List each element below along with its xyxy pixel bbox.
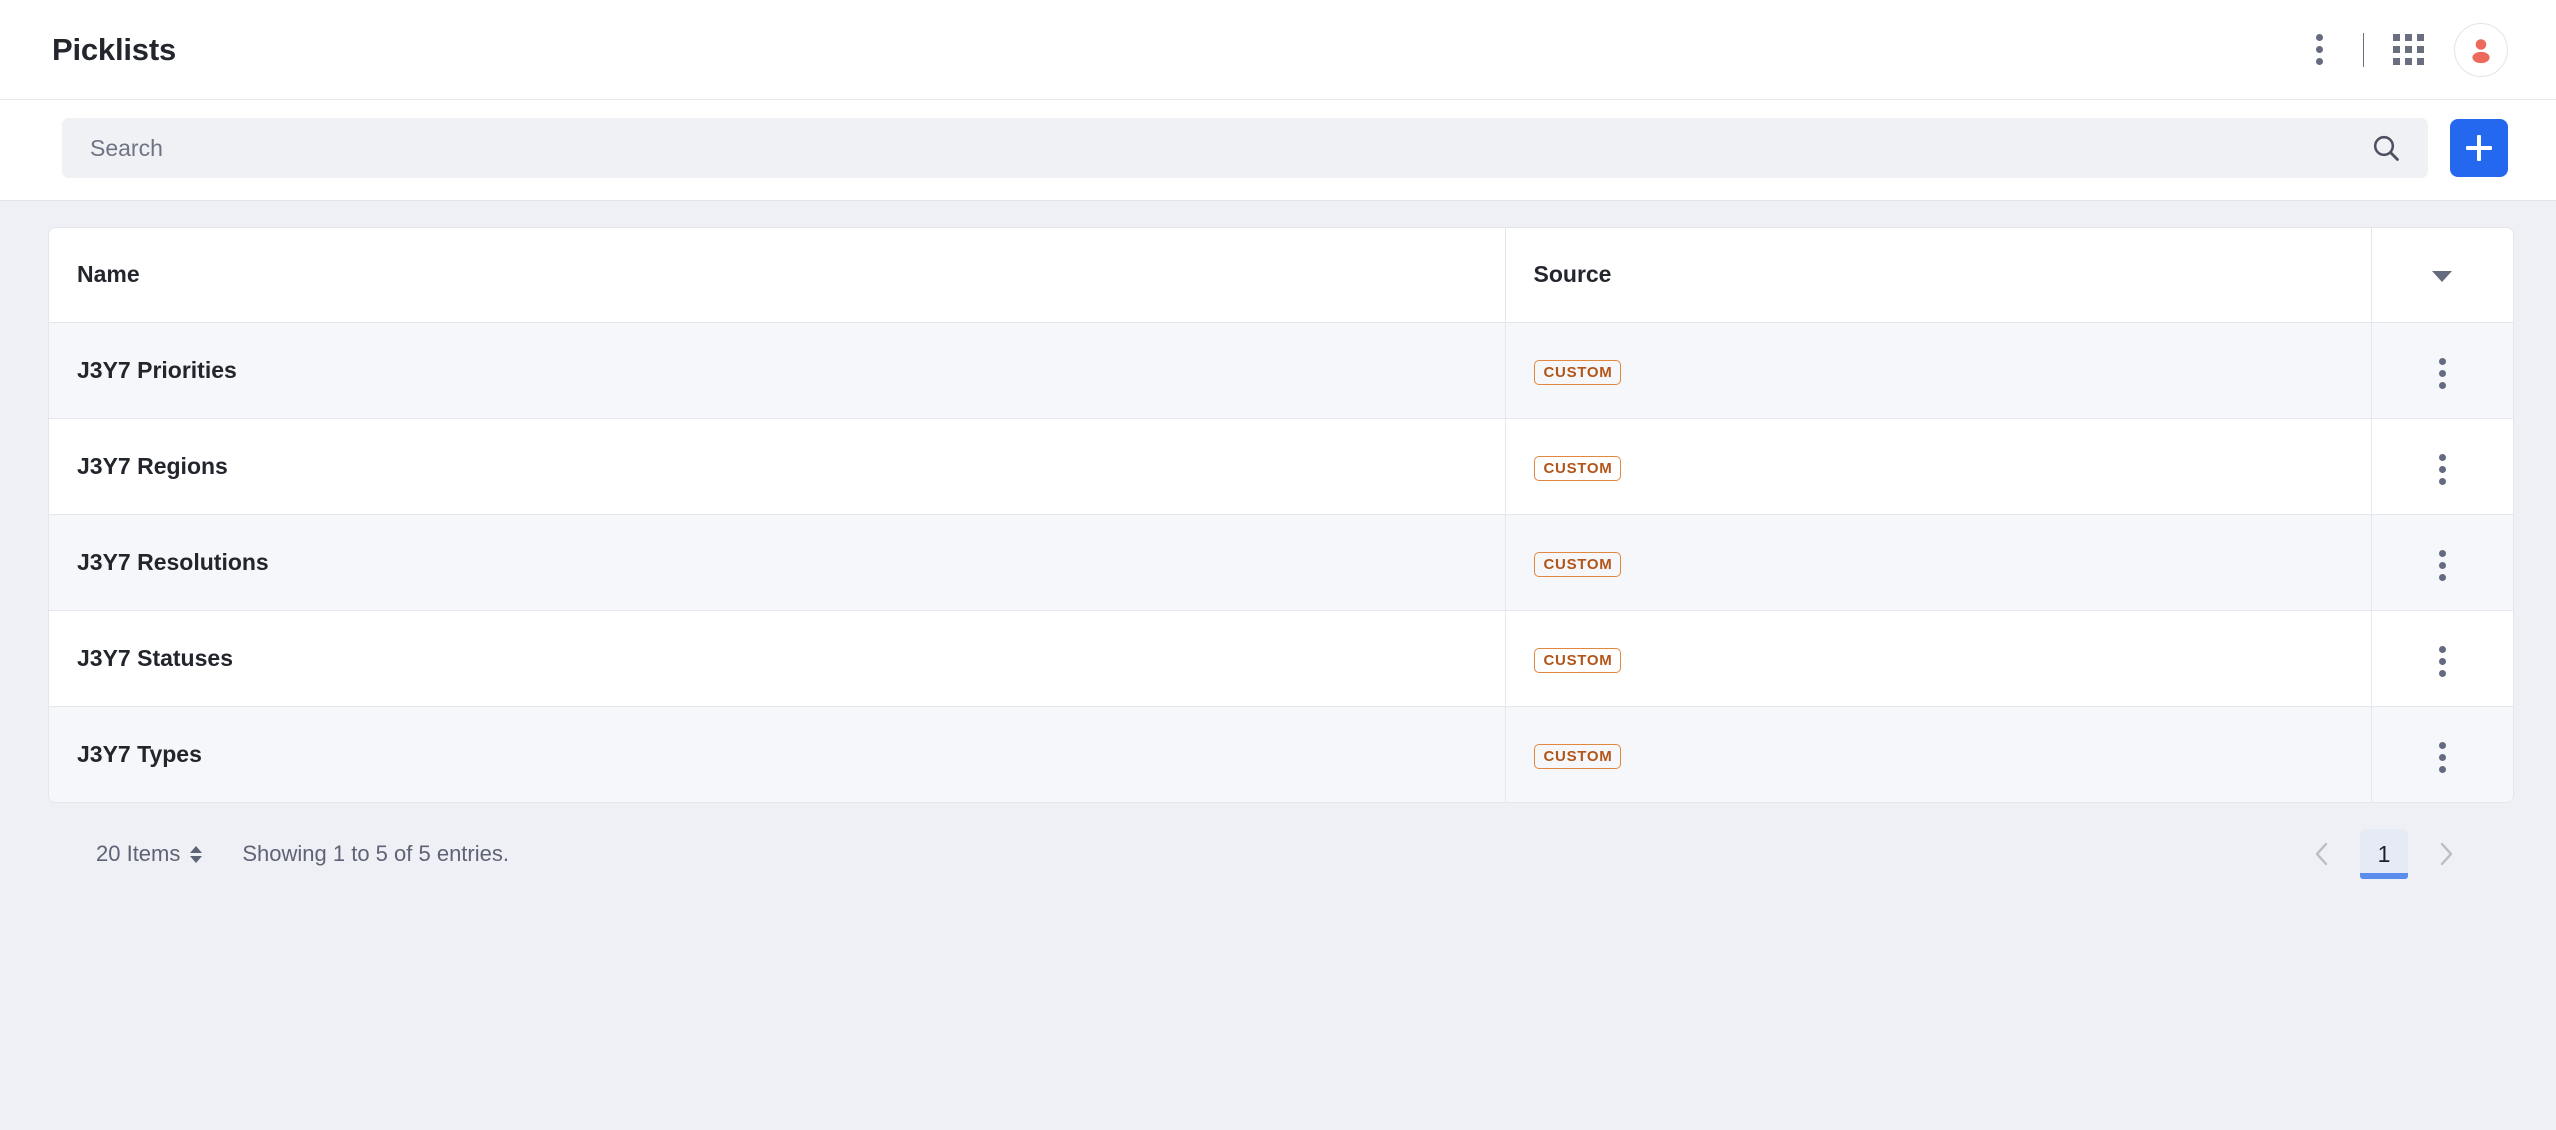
apps-grid-button[interactable] bbox=[2380, 22, 2436, 78]
cell-actions bbox=[2370, 322, 2513, 419]
search-field[interactable] bbox=[62, 118, 2428, 178]
cell-name: J3Y7 Regions bbox=[49, 418, 1505, 515]
row-menu-icon[interactable] bbox=[2423, 542, 2462, 589]
items-per-page-selector[interactable]: 20 Items bbox=[96, 841, 203, 867]
column-header-actions bbox=[2370, 228, 2513, 323]
table-body: J3Y7 Priorities CUSTOM J3Y7 Regions CUST… bbox=[49, 322, 2513, 802]
avatar[interactable] bbox=[2454, 22, 2508, 77]
row-menu-icon[interactable] bbox=[2423, 446, 2462, 493]
cell-name: J3Y7 Statuses bbox=[49, 610, 1505, 707]
cell-actions bbox=[2370, 706, 2513, 802]
header-divider bbox=[2363, 32, 2364, 67]
table-row[interactable]: J3Y7 Priorities CUSTOM bbox=[49, 322, 2513, 419]
kebab-menu-icon bbox=[2315, 34, 2323, 65]
cell-name: J3Y7 Types bbox=[49, 706, 1505, 802]
cell-actions bbox=[2370, 610, 2513, 707]
row-menu-icon[interactable] bbox=[2423, 350, 2462, 397]
pagination: 1 bbox=[2302, 829, 2466, 879]
main-content: Name Source J3Y7 Priorities CUSTOM J3Y7 … bbox=[0, 201, 2556, 879]
cell-source: CUSTOM bbox=[1504, 610, 2371, 707]
row-menu-icon[interactable] bbox=[2423, 638, 2462, 685]
status-badge: CUSTOM bbox=[1533, 743, 1622, 769]
chevron-left-icon bbox=[2315, 842, 2328, 866]
table-row[interactable]: J3Y7 Regions CUSTOM bbox=[49, 418, 2513, 515]
table-row[interactable]: J3Y7 Statuses CUSTOM bbox=[49, 610, 2513, 707]
cell-name: J3Y7 Resolutions bbox=[49, 514, 1505, 611]
plus-icon bbox=[2466, 135, 2492, 161]
chevron-down-icon[interactable] bbox=[2432, 271, 2453, 283]
sort-arrows-icon bbox=[190, 845, 203, 863]
page-number-1[interactable]: 1 bbox=[2360, 829, 2408, 879]
cell-source: CUSTOM bbox=[1504, 418, 2371, 515]
user-icon bbox=[2472, 38, 2490, 63]
status-badge: CUSTOM bbox=[1533, 551, 1622, 577]
footer-left: 20 Items Showing 1 to 5 of 5 entries. bbox=[96, 841, 509, 867]
cell-name: J3Y7 Priorities bbox=[49, 322, 1505, 419]
picklists-table: Name Source J3Y7 Priorities CUSTOM J3Y7 … bbox=[49, 228, 2513, 802]
add-picklist-button[interactable] bbox=[2450, 119, 2508, 177]
search-toolbar bbox=[0, 100, 2556, 201]
showing-entries-text: Showing 1 to 5 of 5 entries. bbox=[242, 841, 509, 866]
status-badge: CUSTOM bbox=[1533, 455, 1622, 481]
items-per-page-label: 20 Items bbox=[96, 841, 181, 866]
chevron-right-icon bbox=[2440, 842, 2453, 866]
cell-actions bbox=[2370, 514, 2513, 611]
table-row[interactable]: J3Y7 Types CUSTOM bbox=[49, 706, 2513, 802]
column-header-name[interactable]: Name bbox=[49, 228, 1505, 323]
table-row[interactable]: J3Y7 Resolutions CUSTOM bbox=[49, 514, 2513, 611]
column-header-source[interactable]: Source bbox=[1504, 228, 2371, 323]
cell-actions bbox=[2370, 418, 2513, 515]
page-title: Picklists bbox=[52, 31, 177, 67]
table-header-row: Name Source bbox=[49, 228, 2513, 323]
prev-page-button[interactable] bbox=[2302, 834, 2342, 874]
search-input[interactable] bbox=[90, 134, 2370, 162]
grid-icon bbox=[2392, 34, 2424, 65]
picklists-table-card: Name Source J3Y7 Priorities CUSTOM J3Y7 … bbox=[48, 227, 2514, 803]
table-header: Name Source bbox=[49, 228, 2513, 323]
cell-source: CUSTOM bbox=[1504, 514, 2371, 611]
status-badge: CUSTOM bbox=[1533, 647, 1622, 673]
table-footer: 20 Items Showing 1 to 5 of 5 entries. 1 bbox=[48, 803, 2514, 879]
header-actions bbox=[2291, 22, 2508, 78]
row-menu-icon[interactable] bbox=[2423, 734, 2462, 781]
app-header: Picklists bbox=[0, 0, 2556, 100]
search-icon[interactable] bbox=[2370, 132, 2402, 164]
status-badge: CUSTOM bbox=[1533, 359, 1622, 385]
cell-source: CUSTOM bbox=[1504, 706, 2371, 802]
next-page-button[interactable] bbox=[2426, 834, 2466, 874]
cell-source: CUSTOM bbox=[1504, 322, 2371, 419]
more-options-button[interactable] bbox=[2291, 22, 2347, 78]
